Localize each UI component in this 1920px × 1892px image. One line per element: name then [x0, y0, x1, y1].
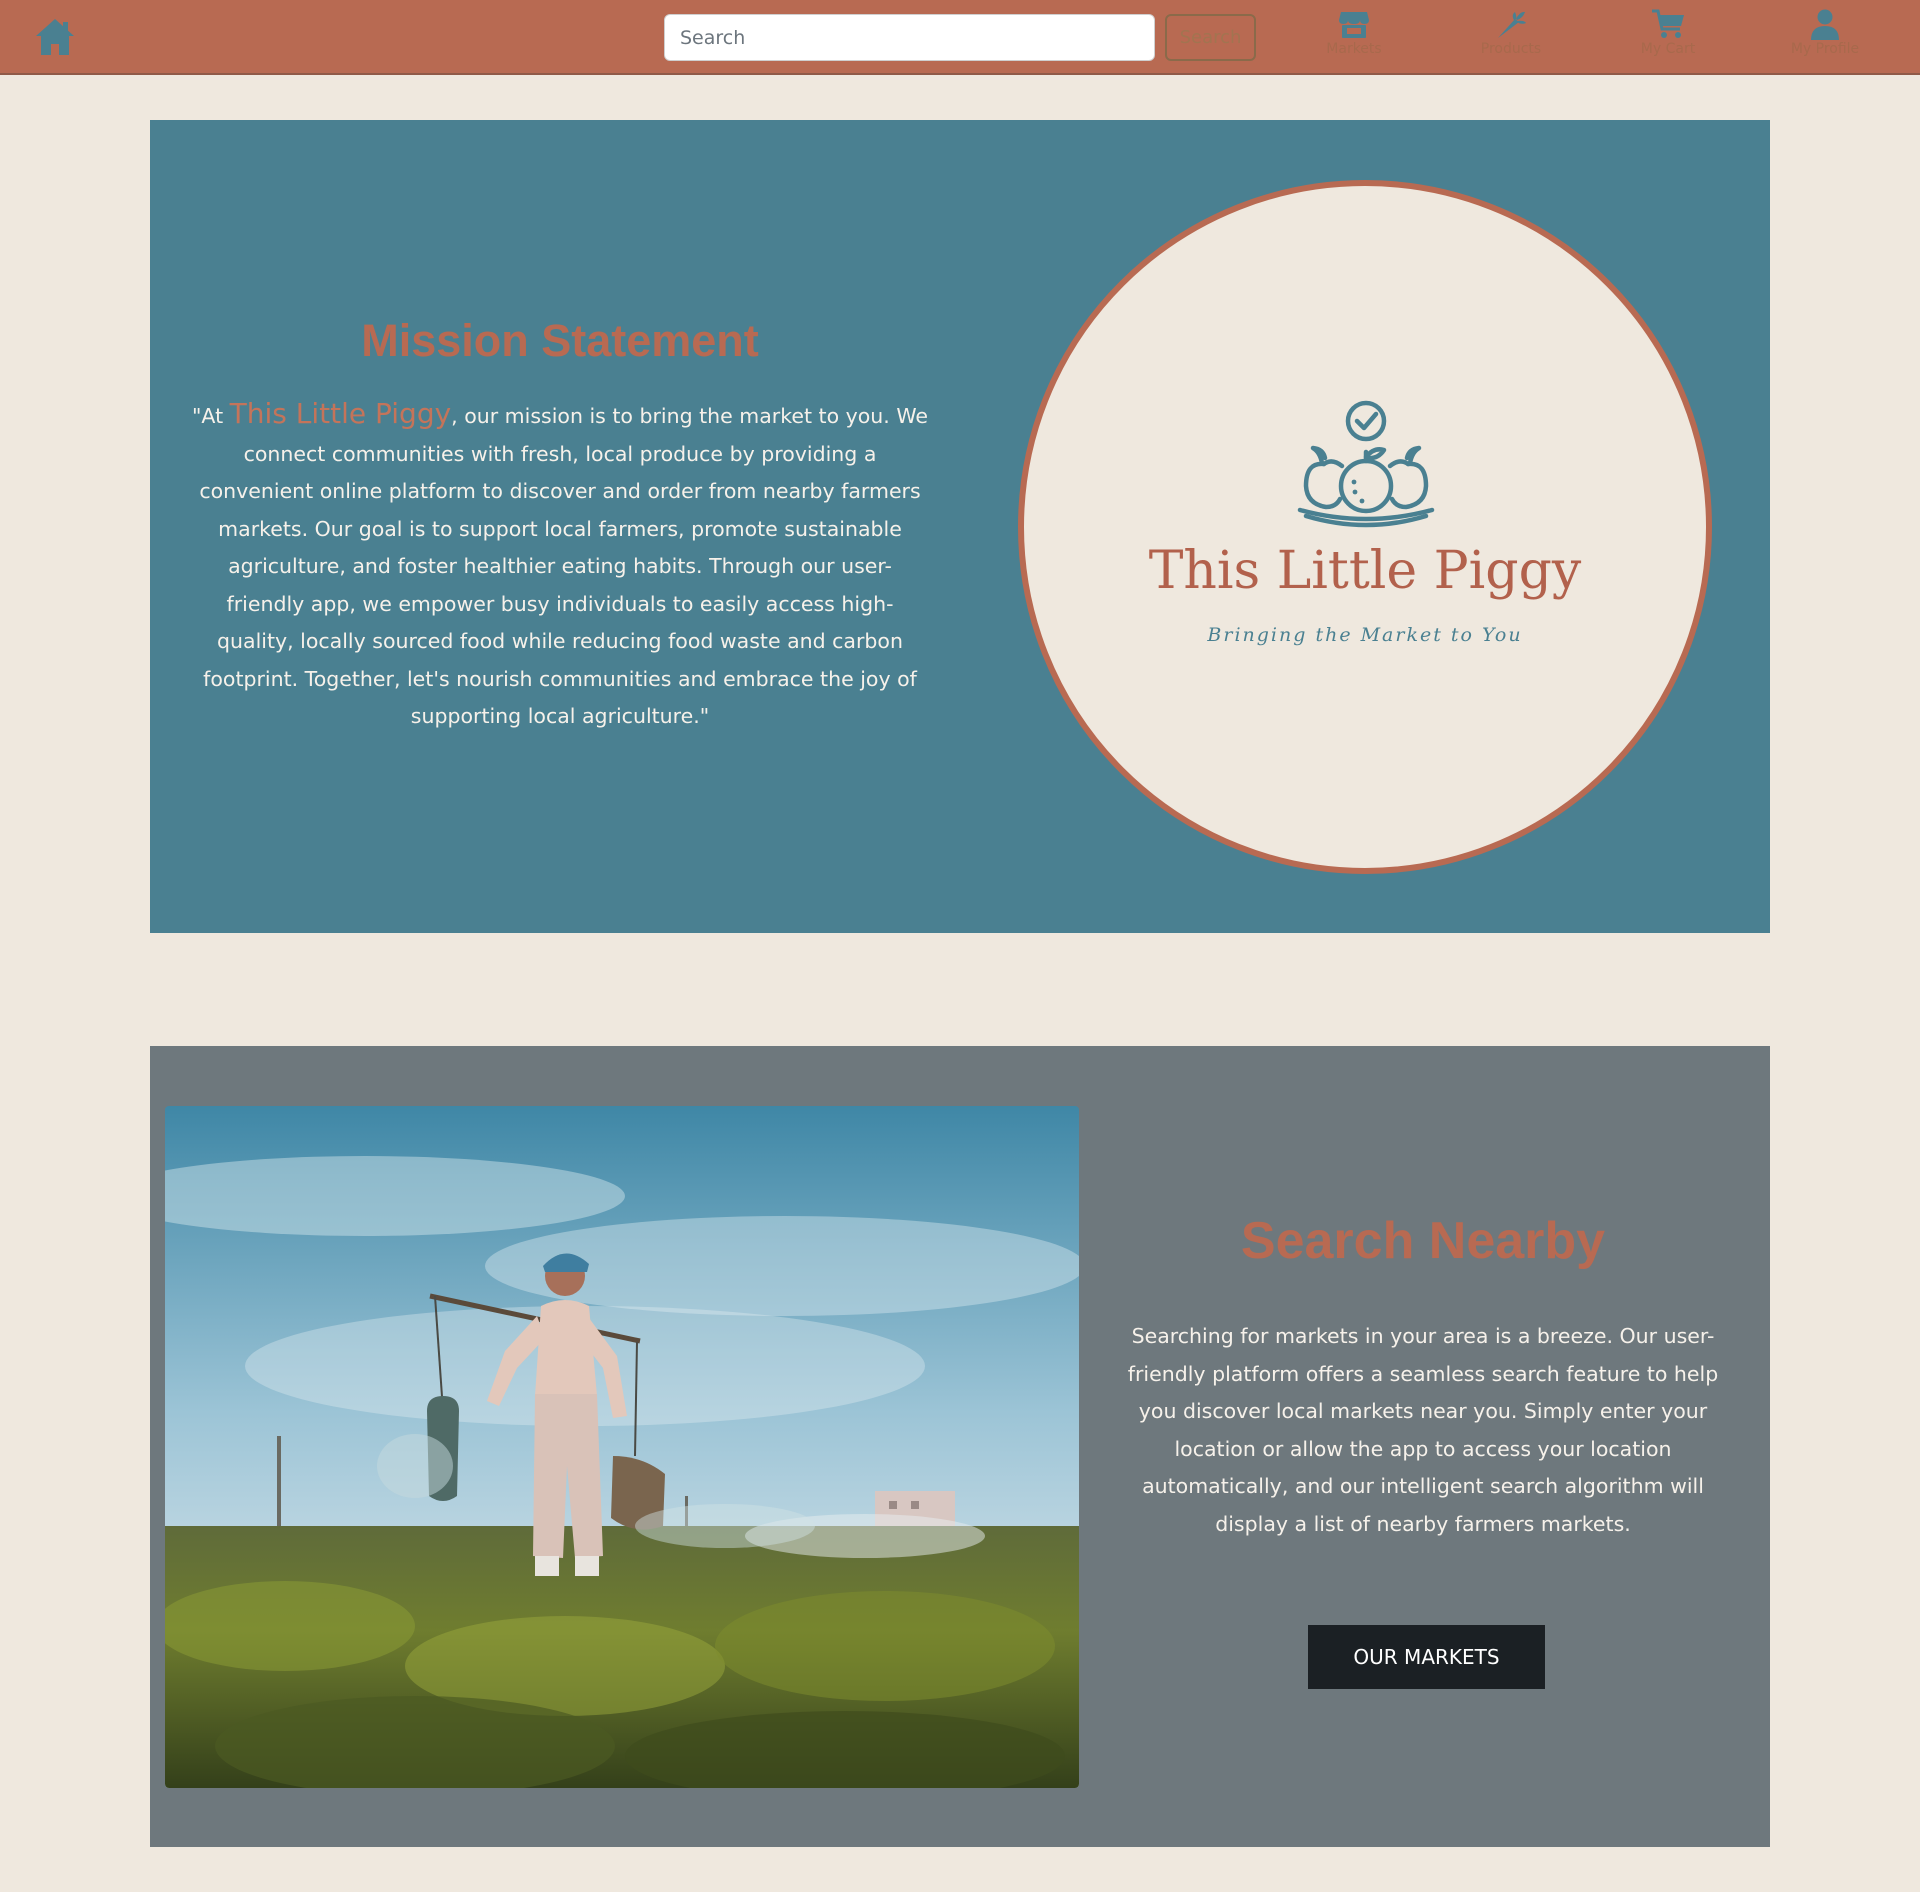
search-nearby-text: Searching for markets in your area is a … — [1127, 1324, 1719, 1536]
search-button[interactable]: Search — [1165, 14, 1256, 61]
nav-label-markets: Markets — [1326, 41, 1382, 57]
brand-name-inline: This Little Piggy — [229, 397, 452, 430]
carrot-icon — [1498, 11, 1526, 38]
logo-brand-name: This Little Piggy — [1148, 541, 1582, 601]
nav-item-products[interactable]: Products — [1436, 8, 1586, 68]
search-nearby-section: Search Nearby Searching for markets in y… — [150, 1046, 1770, 1847]
mission-title: Mission Statement — [361, 315, 759, 366]
mission-section: Mission Statement "At This Little Piggy,… — [150, 120, 1770, 933]
nav-item-my-profile[interactable]: My Profile — [1750, 8, 1900, 68]
nav-label-my-profile: My Profile — [1790, 41, 1860, 57]
nav-label-my-cart: My Cart — [1640, 41, 1696, 57]
nav-item-markets[interactable]: Markets — [1279, 8, 1429, 68]
home-icon[interactable] — [34, 17, 76, 57]
logo-tagline: Bringing the Market to You — [1207, 624, 1523, 646]
fruit-bowl-icon — [1297, 400, 1435, 528]
mission-text-body: , our mission is to bring the market to … — [199, 404, 929, 728]
mission-text: "At This Little Piggy, our mission is to… — [190, 395, 930, 736]
nav-label-products: Products — [1480, 41, 1542, 57]
market-store-icon — [1339, 12, 1369, 38]
top-navbar: Search Markets Products My Cart — [0, 0, 1920, 75]
mission-text-prefix: "At — [191, 404, 230, 428]
our-markets-button[interactable]: OUR MARKETS — [1308, 1625, 1545, 1689]
logo-badge: This Little Piggy Bringing the Market to… — [1018, 180, 1712, 874]
farmer-watering-photo — [165, 1106, 1079, 1788]
user-icon — [1811, 9, 1839, 40]
search-input[interactable] — [664, 14, 1155, 61]
shopping-cart-icon — [1652, 9, 1684, 38]
search-nearby-title: Search Nearby — [1240, 1212, 1606, 1270]
nav-item-my-cart[interactable]: My Cart — [1593, 8, 1743, 68]
